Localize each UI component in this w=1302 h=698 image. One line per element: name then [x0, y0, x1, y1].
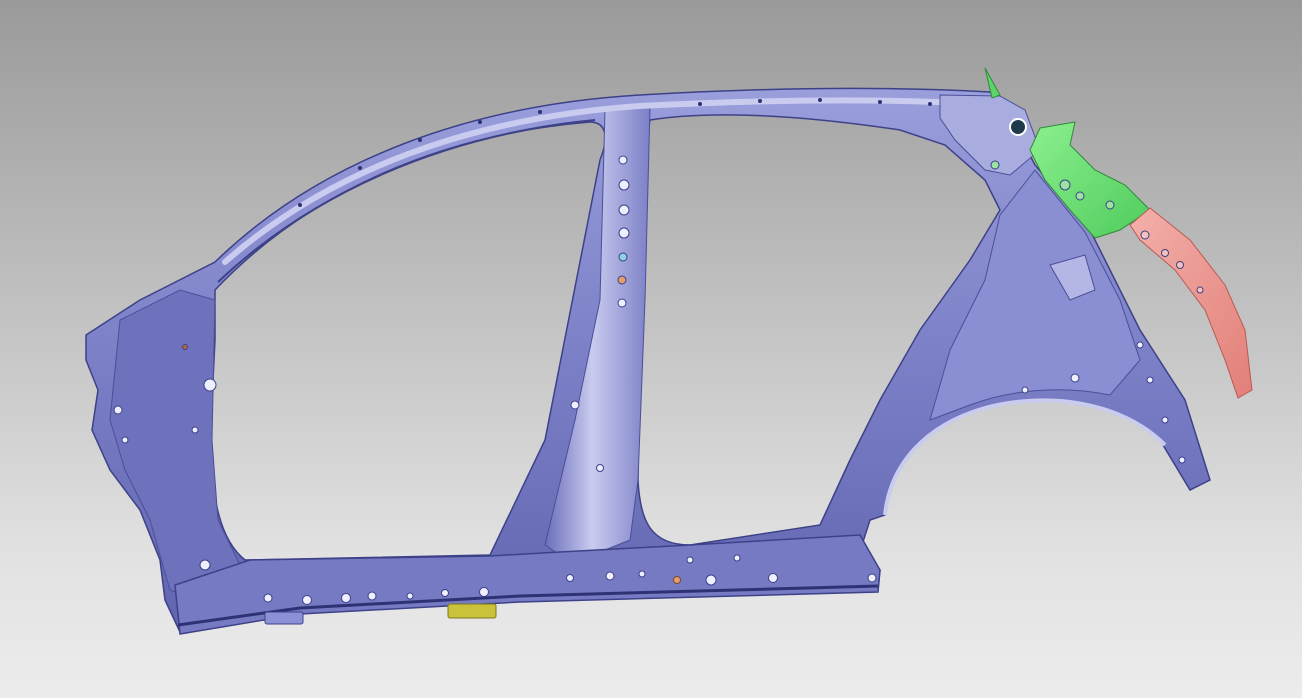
pillar-hole: [570, 400, 580, 410]
rocker-hole: [341, 593, 351, 603]
pillar-hole: [618, 155, 628, 165]
rocker-hole: [705, 574, 717, 586]
c-pillar-upper[interactable]: [939, 94, 1041, 176]
rocker-hole: [733, 554, 741, 562]
pillar-hole: [618, 179, 630, 191]
rocker-hole: [406, 592, 414, 600]
pillar-hole: [618, 204, 630, 216]
hinge-bracket[interactable]: [264, 611, 304, 625]
rocker-hole: [686, 556, 694, 564]
rocker-hole: [867, 573, 877, 583]
rocker-hole: [566, 574, 574, 582]
sill-clip-yellow[interactable]: [447, 603, 497, 619]
pillar-hole: [617, 298, 627, 308]
a-pillar[interactable]: [109, 289, 241, 601]
pillar-hole: [617, 275, 627, 285]
pillar-hole: [618, 252, 628, 262]
c-pillar-grommet: [1009, 118, 1027, 136]
car-body-side-model[interactable]: [0, 0, 1302, 698]
rocker-hole: [605, 571, 615, 581]
rocker-hole: [479, 587, 489, 597]
rocker-hole: [638, 570, 646, 578]
rocker-marker: [673, 576, 681, 584]
rocker-hole: [302, 595, 312, 605]
pillar-hole: [596, 464, 604, 472]
rocker-hole: [768, 573, 778, 583]
rocker-hole: [263, 593, 273, 603]
pillar-hole: [618, 227, 630, 239]
rocker-hole: [367, 591, 377, 601]
rocker-hole: [441, 589, 449, 597]
3d-viewport[interactable]: [0, 0, 1302, 698]
